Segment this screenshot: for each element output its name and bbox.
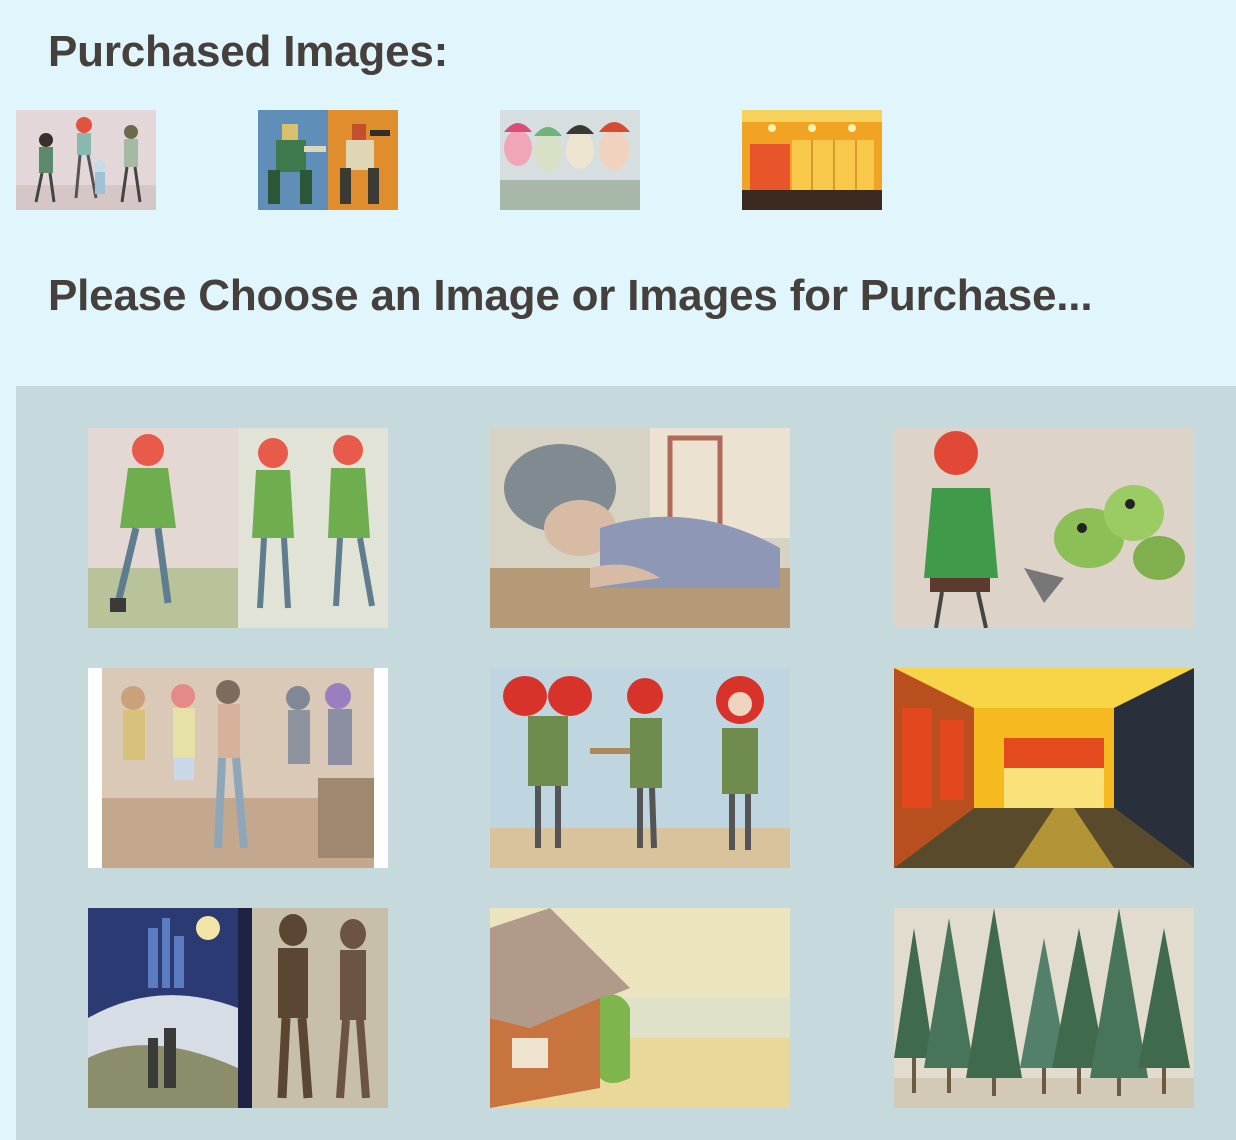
gallery-image-group-scene[interactable] [88,668,388,868]
artwork-house-field-icon [490,908,790,1108]
artwork-robots-icon [258,110,398,210]
artwork-group-scene-icon [88,668,388,868]
image-gallery [16,386,1236,1140]
gallery-image-house-field[interactable] [490,908,790,1108]
gallery-image-yellow-hallway[interactable] [894,668,1194,868]
gallery-image-redhead-turnaround[interactable] [490,668,790,868]
artwork-pine-trees-icon [894,908,1194,1108]
artwork-orange-room-icon [742,110,882,210]
gallery-image-girl-monsters[interactable] [894,428,1194,628]
purchased-images-heading: Purchased Images: [48,27,449,76]
artwork-yellow-hallway-icon [894,668,1194,868]
artwork-faces-icon [500,110,640,210]
gallery-image-redhead-walking[interactable] [88,428,388,628]
artwork-characters-group-icon [16,110,156,210]
choose-images-heading: Please Choose an Image or Images for Pur… [48,271,1093,320]
purchased-thumbnail-faces[interactable] [500,110,640,210]
purchased-thumbnail-orange-room[interactable] [742,110,882,210]
artwork-robots-city-icon [88,908,388,1108]
artwork-redhead-turnaround-icon [490,668,790,868]
purchased-thumbnail-characters[interactable] [16,110,156,210]
gallery-image-boy-lying[interactable] [490,428,790,628]
purchased-thumbnail-robots[interactable] [258,110,398,210]
gallery-image-robots-city[interactable] [88,908,388,1108]
gallery-image-pine-trees[interactable] [894,908,1194,1108]
artwork-boy-lying-icon [490,428,790,628]
artwork-redhead-walking-icon [88,428,388,628]
artwork-girl-monsters-icon [894,428,1194,628]
